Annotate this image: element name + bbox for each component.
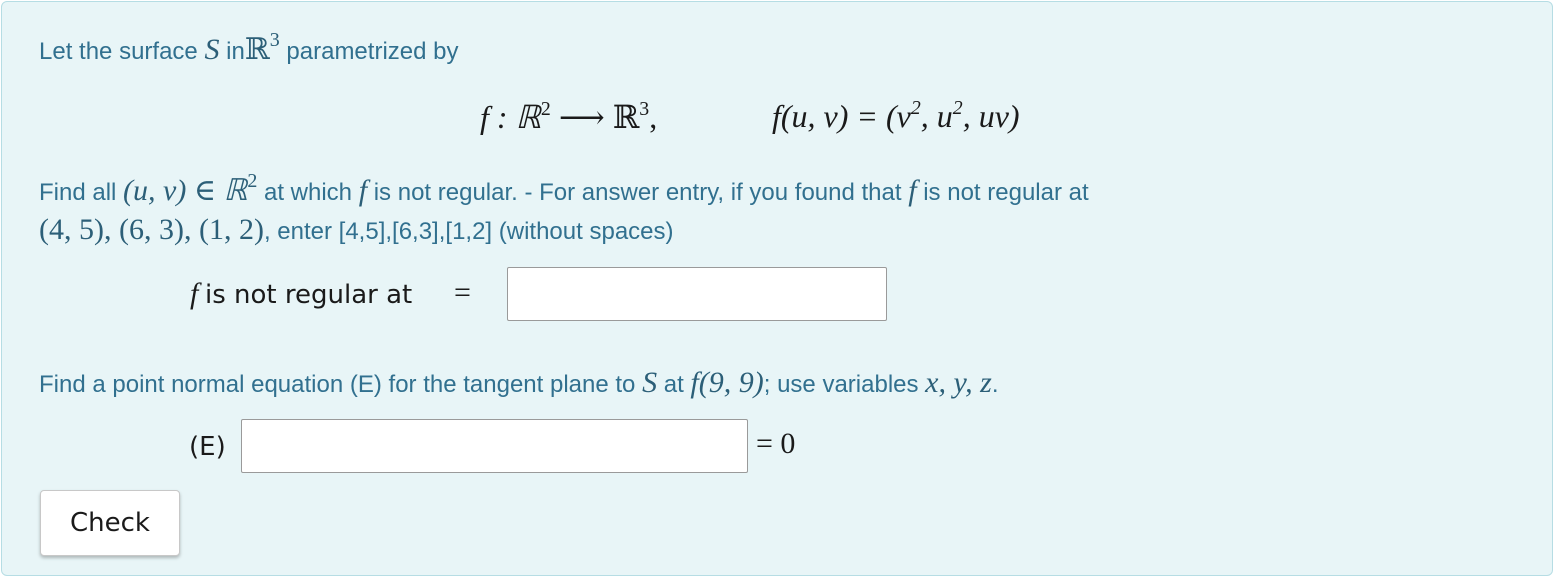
intro-prefix: Let the surface [39, 38, 198, 65]
q1-f-2: f [908, 174, 917, 207]
intro-suffix: parametrized by [286, 38, 459, 65]
q1-line-2: (4, 5), (6, 3), (1, 2), enter [4,5],[6,3… [39, 213, 674, 247]
answer1-f: f [190, 277, 199, 310]
formula-exp-u: 2 [952, 97, 963, 120]
equation-label: (E) [189, 432, 226, 462]
q1-f-1: f [358, 174, 368, 207]
answer1-label: f is not regular at [190, 277, 412, 311]
check-button[interactable]: Check [40, 490, 180, 556]
q2-point: f(9, 9) [690, 366, 764, 399]
q2-use-variables: ; use variables [763, 371, 919, 398]
q2-var-S: S [642, 366, 658, 399]
formula-mid: , u [920, 98, 953, 134]
q1-entry-format: , enter [4,5],[6,3],[1,2] (without space… [263, 218, 674, 245]
q1-line-1: Find all (u, v) ∈ ℝ2 at which f is not r… [39, 170, 1089, 208]
map-exp-2: 2 [540, 98, 551, 121]
map-codomain: ⟶ ℝ [558, 99, 640, 135]
formula-exp-v: 2 [910, 97, 921, 120]
intro-in: in [226, 38, 245, 65]
q1-example-points: (4, 5), (6, 3), (1, 2) [39, 213, 264, 246]
question-panel: Let the surface S inℝ3 parametrized by f… [1, 1, 1553, 576]
q2-line: Find a point normal equation (E) for the… [39, 366, 999, 400]
q1-not-regular-at: is not regular at [923, 179, 1089, 206]
answer1-text: is not regular at [205, 280, 413, 310]
q2-vars: x, y, z [925, 366, 992, 399]
var-S: S [204, 33, 220, 66]
formula-rhs: , uv) [962, 98, 1020, 134]
map-comma: , [649, 99, 658, 135]
answer1-equals: = [454, 276, 471, 309]
q2-prefix: Find a point normal equation (E) for the… [39, 371, 636, 398]
q1-exp-2: 2 [247, 170, 258, 192]
intro-line: Let the surface S inℝ3 parametrized by [39, 29, 459, 67]
q1-find-all: Find all [39, 179, 117, 206]
map-formula: f(u, v) = (v2, u2, uv) [772, 98, 1020, 135]
formula-lhs: f(u, v) = (v [772, 98, 911, 134]
q1-instructions: is not regular. - For answer entry, if y… [373, 179, 902, 206]
map-definition: f : ℝ2 ⟶ ℝ3, [480, 98, 657, 136]
not-regular-answer-input[interactable] [507, 267, 887, 321]
exp-3: 3 [269, 29, 280, 51]
real-R: ℝ [244, 33, 270, 66]
tangent-plane-equation-input[interactable] [241, 419, 748, 473]
equals-zero: = 0 [756, 427, 796, 460]
q2-period: . [991, 371, 999, 398]
q1-at-which: at which [263, 179, 353, 206]
map-signature: f : ℝ [480, 99, 541, 135]
q1-domain: (u, v) ∈ ℝ [123, 174, 248, 207]
q2-at: at [663, 371, 684, 398]
map-exp-3: 3 [639, 98, 650, 121]
